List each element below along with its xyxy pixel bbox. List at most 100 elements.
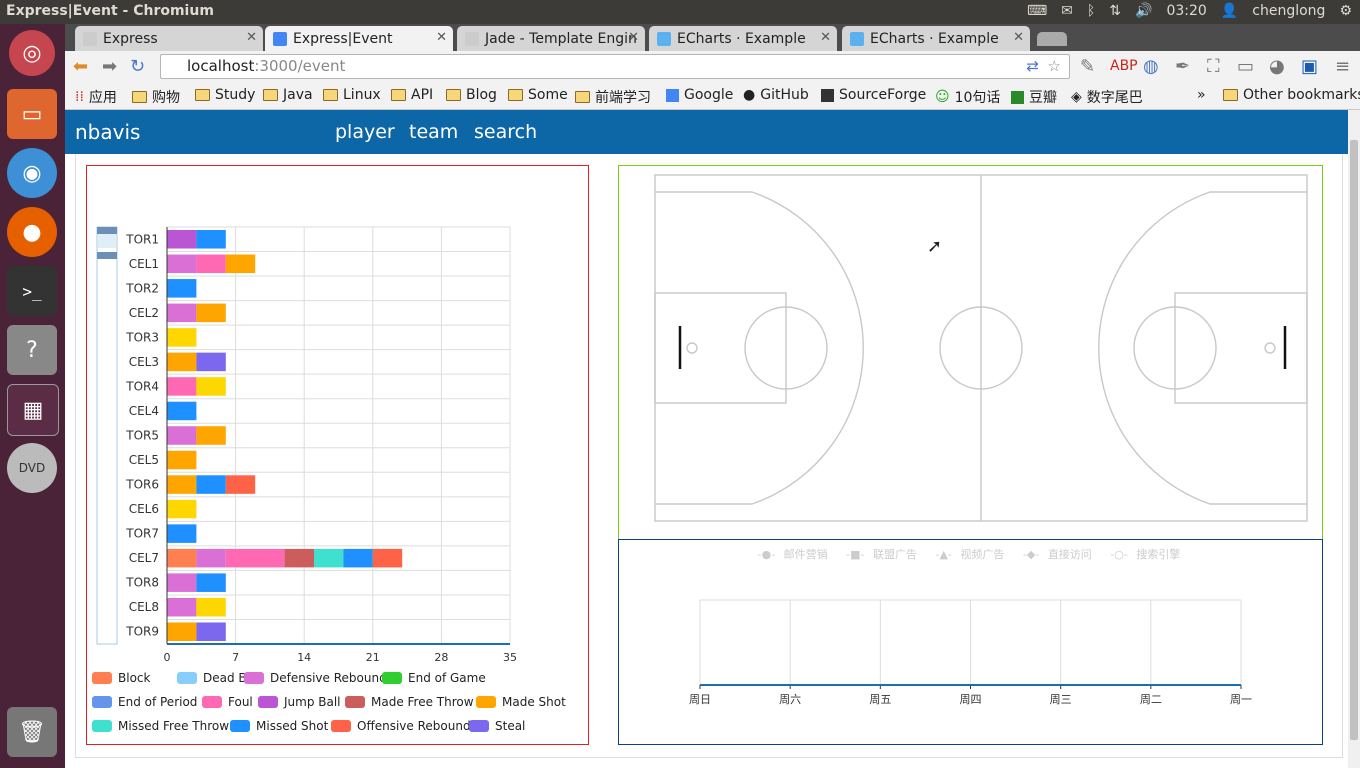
bookmark-10words[interactable]: ☺ 10句话 [935,87,1000,107]
keyboard-shortcut-icon[interactable]: ▭ [1237,56,1254,77]
bookmark-sourceforge[interactable]: SourceForge [821,87,926,103]
basketball-court[interactable] [619,166,1322,539]
y-tick-label: TOR7 [125,527,159,541]
nav-team[interactable]: team [409,121,458,143]
tab-express[interactable]: Express ✕ [75,26,263,51]
eyedropper-icon[interactable]: ✒ [1175,56,1190,77]
bar-defensive-rebound [167,597,197,617]
adblock-icon[interactable]: ABP [1110,58,1138,74]
globe-icon[interactable]: ◍ [1143,56,1159,77]
folder-icon [446,89,461,101]
dvd-icon[interactable]: DVD [7,443,57,493]
keyboard-icon[interactable]: ⌨ [1027,3,1047,19]
workspaces-icon[interactable]: ▦ [7,384,59,436]
tab-echarts-2[interactable]: ECharts · Example ✕ [842,26,1030,51]
bookmark-douban[interactable]: 豆瓣 [1011,87,1057,107]
legend-item-made-shot[interactable]: Made Shot [476,695,566,709]
user-name[interactable]: chenglong [1252,3,1325,19]
close-icon[interactable]: ✕ [1013,30,1024,45]
ubuntu-dash-icon[interactable]: ◎ [9,30,55,76]
overflow-chevron-icon: » [1197,87,1206,103]
evernote-icon[interactable]: ✎ [1080,56,1095,77]
legend-item-foul[interactable]: Foul [202,695,253,709]
firefox-icon[interactable]: ● [7,207,57,257]
legend-label: End of Period [118,695,198,709]
legend-item-missed-shot[interactable]: Missed Shot [230,719,328,733]
nav-search[interactable]: search [474,121,537,143]
bookmark-study[interactable]: Study [195,87,255,103]
menu-icon[interactable]: ≡ [1335,56,1350,77]
bookmark-blog[interactable]: Blog [446,87,497,103]
close-icon[interactable]: ✕ [246,30,257,45]
legend-item-missed-free-throw[interactable]: Missed Free Throw [92,719,229,733]
back-icon[interactable]: ⬅ [73,56,88,77]
translate-icon[interactable]: ⇄ [1026,55,1039,78]
y-tick-label: TOR6 [125,478,159,492]
bar-turnover [196,597,226,617]
page-scrollbar[interactable] [1348,110,1360,768]
reload-icon[interactable]: ↻ [130,56,145,77]
legend-item-defensive-rebound[interactable]: Defensive Rebound [244,671,387,685]
bookmark-shopping[interactable]: 购物 [132,87,180,107]
legend-item-made-free-throw[interactable]: Made Free Throw [345,695,474,709]
bookmark-overflow[interactable]: » [1197,87,1206,103]
site-navbar: nbavis player team search [65,110,1348,154]
tab-echarts-1[interactable]: ECharts · Example ✕ [649,26,837,51]
mail-icon[interactable]: ✉ [1061,3,1073,19]
tab-express-event[interactable]: Express|Event ✕ [265,26,453,51]
trash-icon[interactable]: 🗑 [7,707,57,757]
help-icon[interactable]: ? [7,325,57,375]
close-icon[interactable]: ✕ [628,30,639,45]
bookmark-google[interactable]: Google [666,87,733,103]
screenshot-icon[interactable]: ⛶ [1207,56,1220,77]
y-tick-label: CEL8 [129,600,159,614]
close-icon[interactable]: ✕ [820,30,831,45]
bar-defensive-rebound [196,548,226,568]
bookmark-other[interactable]: Other bookmarks [1223,87,1360,103]
legend-item-steal[interactable]: Steal [469,719,525,733]
bookmark-frontend[interactable]: 前端学习 [575,87,651,107]
legend-label: Defensive Rebound [270,671,387,685]
network-icon[interactable]: ⇅ [1109,3,1121,19]
bookmark-github[interactable]: ● GitHub [743,87,809,103]
volume-icon[interactable]: 🔊 [1135,3,1152,19]
scrollbar-thumb[interactable] [1350,140,1358,740]
address-bar[interactable]: localhost:3000/event ⇄ ☆ [160,54,1070,79]
legend-item-end-of-period[interactable]: End of Period [92,695,197,709]
folder-icon [132,91,147,103]
user-icon: 👤 [1220,3,1239,19]
close-icon[interactable]: ✕ [436,30,447,45]
nav-player[interactable]: player [335,121,395,143]
os-top-bar: Express|Event - Chromium ⌨ ✉ ᛒ ⇅ 🔊 03:20… [0,0,1360,24]
bookmark-linux[interactable]: Linux [323,87,381,103]
bluetooth-icon[interactable]: ᛒ [1087,3,1095,19]
terminal-icon[interactable]: >_ [7,266,57,316]
bookmark-digital-tail[interactable]: ◈ 数字尾巴 [1071,87,1143,107]
site-brand[interactable]: nbavis [75,120,140,144]
color-wheel-icon[interactable]: ◕ [1269,56,1285,77]
forward-icon[interactable]: ➡ [102,56,117,77]
legend-item-block[interactable]: Block [92,671,150,685]
star-icon[interactable]: ☆ [1048,55,1061,78]
extension-icon[interactable]: ▣ [1301,56,1318,77]
chromium-icon[interactable]: ◉ [7,148,57,198]
x-tick-label: 28 [434,651,448,664]
url-path: :3000/event [254,57,346,75]
digital-tail-icon: ◈ [1071,89,1082,105]
legend-label: Missed Free Throw [118,719,230,733]
bookmark-java[interactable]: Java [263,87,313,103]
legend-item-end-of-game[interactable]: End of Game [382,671,486,685]
files-icon[interactable]: ▭ [7,89,57,139]
gear-icon[interactable]: ⚙ [1339,3,1352,19]
bookmark-apps[interactable]: ⁞⁞ 应用 [75,87,117,107]
window-title: Express|Event - Chromium [6,3,214,19]
bar-missed-free-throw [314,548,344,568]
bookmark-api[interactable]: API [391,87,433,103]
tab-jade[interactable]: Jade - Template Engin ✕ [457,26,645,51]
clock[interactable]: 03:20 [1166,3,1206,19]
legend-item-jump-ball[interactable]: Jump Ball [258,695,341,709]
bookmark-label: Study [215,87,256,103]
bookmark-some[interactable]: Some [508,87,568,103]
new-tab-button[interactable] [1037,32,1067,46]
legend-item-offensive-rebound[interactable]: Offensive Rebound [331,719,471,733]
